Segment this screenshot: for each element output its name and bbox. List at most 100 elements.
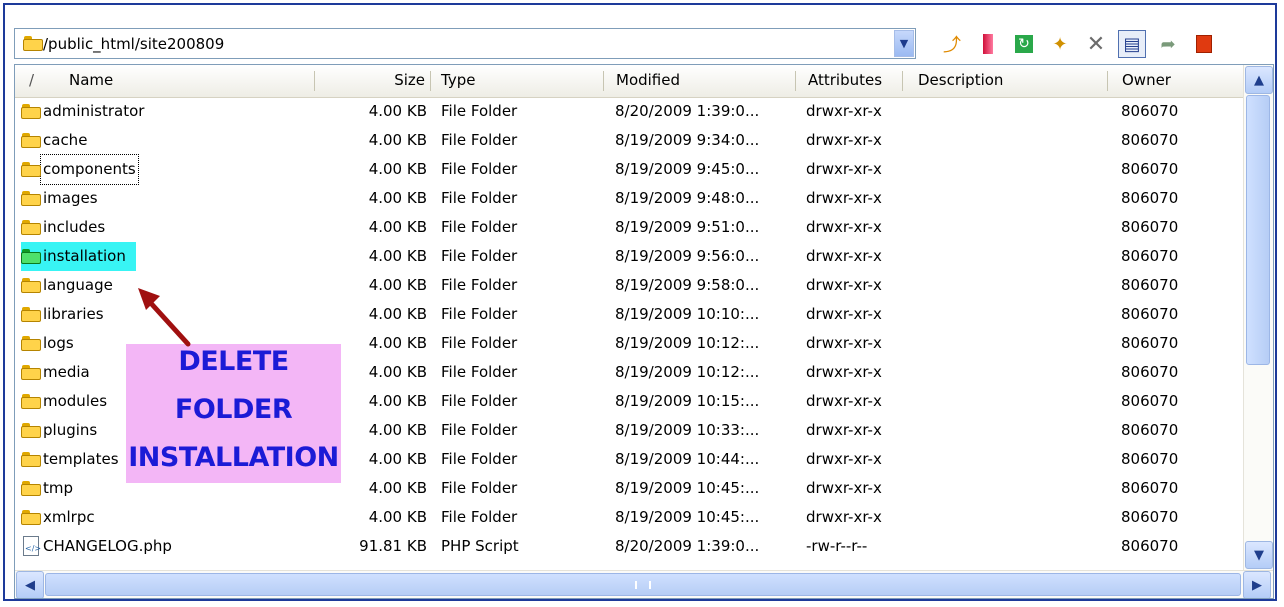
- file-owner: 806070: [1121, 363, 1179, 381]
- file-name-cell: logs: [21, 329, 76, 358]
- column-attributes-label: Attributes: [808, 71, 883, 89]
- file-owner: 806070: [1121, 131, 1179, 149]
- column-name[interactable]: / Name: [15, 65, 315, 96]
- file-modified: 8/20/2009 1:39:0...: [615, 537, 760, 555]
- table-row[interactable]: images 4.00 KB File Folder 8/19/2009 9:4…: [15, 184, 1243, 213]
- horizontal-scroll-thumb[interactable]: [45, 573, 1241, 596]
- up-folder-icon[interactable]: ⤴: [938, 30, 966, 58]
- file-name: images: [43, 189, 98, 207]
- folder-icon: [21, 249, 41, 264]
- file-attributes: drwxr-xr-x: [806, 479, 882, 497]
- file-attributes: drwxr-xr-x: [806, 218, 882, 236]
- move-icon[interactable]: ➦: [1154, 30, 1182, 58]
- table-row[interactable]: cache 4.00 KB File Folder 8/19/2009 9:34…: [15, 126, 1243, 155]
- file-owner: 806070: [1121, 537, 1179, 555]
- file-owner: 806070: [1121, 160, 1179, 178]
- column-type[interactable]: Type: [431, 65, 604, 96]
- file-attributes: drwxr-xr-x: [806, 276, 882, 294]
- file-type: File Folder: [441, 392, 518, 410]
- file-attributes: drwxr-xr-x: [806, 247, 882, 265]
- details-view-icon[interactable]: ▤: [1118, 30, 1146, 58]
- scroll-down-button[interactable]: ▼: [1245, 541, 1273, 569]
- file-size: 4.00 KB: [368, 131, 427, 149]
- column-owner-label: Owner: [1122, 71, 1171, 89]
- file-name-cell: includes: [21, 213, 107, 242]
- file-attributes: drwxr-xr-x: [806, 189, 882, 207]
- file-owner: 806070: [1121, 189, 1179, 207]
- rename-icon[interactable]: ✦: [1046, 30, 1074, 58]
- column-owner[interactable]: Owner: [1108, 65, 1243, 96]
- file-type: PHP Script: [441, 537, 519, 555]
- bookmark-icon[interactable]: [974, 30, 1002, 58]
- file-modified: 8/19/2009 9:56:0...: [615, 247, 760, 265]
- file-type: File Folder: [441, 276, 518, 294]
- column-attributes[interactable]: Attributes: [796, 65, 903, 96]
- file-type: File Folder: [441, 160, 518, 178]
- table-row[interactable]: xmlrpc 4.00 KB File Folder 8/19/2009 10:…: [15, 503, 1243, 532]
- annotation-line-installation: INSTALLATION: [128, 442, 339, 473]
- column-size-label: Size: [394, 71, 425, 89]
- table-row[interactable]: installation 4.00 KB File Folder 8/19/20…: [15, 242, 1243, 271]
- file-name-cell: images: [21, 184, 100, 213]
- table-row[interactable]: includes 4.00 KB File Folder 8/19/2009 9…: [15, 213, 1243, 242]
- scroll-up-button[interactable]: ▲: [1245, 66, 1273, 94]
- php-file-icon: </>: [21, 535, 41, 558]
- table-row[interactable]: components 4.00 KB File Folder 8/19/2009…: [15, 154, 1243, 185]
- file-owner: 806070: [1121, 392, 1179, 410]
- file-size: 4.00 KB: [368, 421, 427, 439]
- table-row[interactable]: </> CHANGELOG.php 91.81 KB PHP Script 8/2…: [15, 532, 1243, 561]
- file-modified: 8/19/2009 10:12:...: [615, 334, 760, 352]
- address-bar[interactable]: /public_html/site200809 ▼: [14, 28, 916, 59]
- file-type: File Folder: [441, 450, 518, 468]
- file-size: 4.00 KB: [368, 189, 427, 207]
- table-row[interactable]: administrator 4.00 KB File Folder 8/20/2…: [15, 97, 1243, 126]
- scroll-left-button[interactable]: ◀: [16, 571, 44, 598]
- file-owner: 806070: [1121, 276, 1179, 294]
- file-name-cell: modules: [21, 387, 109, 416]
- refresh-icon[interactable]: ↻: [1010, 30, 1038, 58]
- file-type: File Folder: [441, 479, 518, 497]
- file-name: xmlrpc: [43, 508, 95, 526]
- file-attributes: drwxr-xr-x: [806, 508, 882, 526]
- file-owner: 806070: [1121, 479, 1179, 497]
- file-attributes: -rw-r--r--: [806, 537, 868, 555]
- annotation-arrow-icon: [138, 288, 191, 347]
- file-name-cell: libraries: [21, 300, 106, 329]
- file-name-cell: xmlrpc: [21, 503, 97, 532]
- file-name: includes: [43, 218, 106, 236]
- file-modified: 8/19/2009 10:33:...: [615, 421, 760, 439]
- file-name-cell: administrator: [21, 97, 146, 126]
- column-modified[interactable]: Modified: [604, 65, 796, 96]
- vertical-scrollbar[interactable]: ▲ ▼: [1243, 65, 1273, 570]
- file-name-cell: tmp: [21, 474, 75, 503]
- file-attributes: drwxr-xr-x: [806, 131, 882, 149]
- horizontal-scrollbar[interactable]: ◀ ▶: [15, 570, 1273, 598]
- scroll-right-button[interactable]: ▶: [1243, 571, 1271, 598]
- column-size[interactable]: Size: [315, 65, 431, 96]
- annotation-line-folder: FOLDER: [174, 394, 293, 425]
- file-modified: 8/19/2009 9:58:0...: [615, 276, 760, 294]
- folder-icon: [21, 481, 41, 496]
- properties-icon[interactable]: [1190, 30, 1218, 58]
- file-name: installation: [41, 242, 136, 271]
- column-description[interactable]: Description: [903, 65, 1108, 96]
- address-dropdown-button[interactable]: ▼: [894, 30, 914, 57]
- file-attributes: drwxr-xr-x: [806, 392, 882, 410]
- file-modified: 8/19/2009 10:44:...: [615, 450, 760, 468]
- file-type: File Folder: [441, 189, 518, 207]
- file-owner: 806070: [1121, 421, 1179, 439]
- file-name-cell: components: [21, 154, 139, 185]
- folder-icon: [21, 191, 41, 206]
- file-name-cell: </> CHANGELOG.php: [21, 532, 174, 561]
- file-list: / Name Size Type Modified Attributes Des…: [14, 64, 1274, 599]
- column-modified-label: Modified: [616, 71, 681, 89]
- file-name: language: [43, 276, 113, 294]
- file-modified: 8/19/2009 9:34:0...: [615, 131, 760, 149]
- file-name: cache: [43, 131, 88, 149]
- folder-icon: [21, 510, 41, 525]
- file-name: CHANGELOG.php: [43, 537, 172, 555]
- vertical-scroll-thumb[interactable]: [1246, 95, 1270, 365]
- file-size: 4.00 KB: [368, 450, 427, 468]
- file-modified: 8/19/2009 10:45:...: [615, 479, 760, 497]
- delete-icon[interactable]: ✕: [1082, 30, 1110, 58]
